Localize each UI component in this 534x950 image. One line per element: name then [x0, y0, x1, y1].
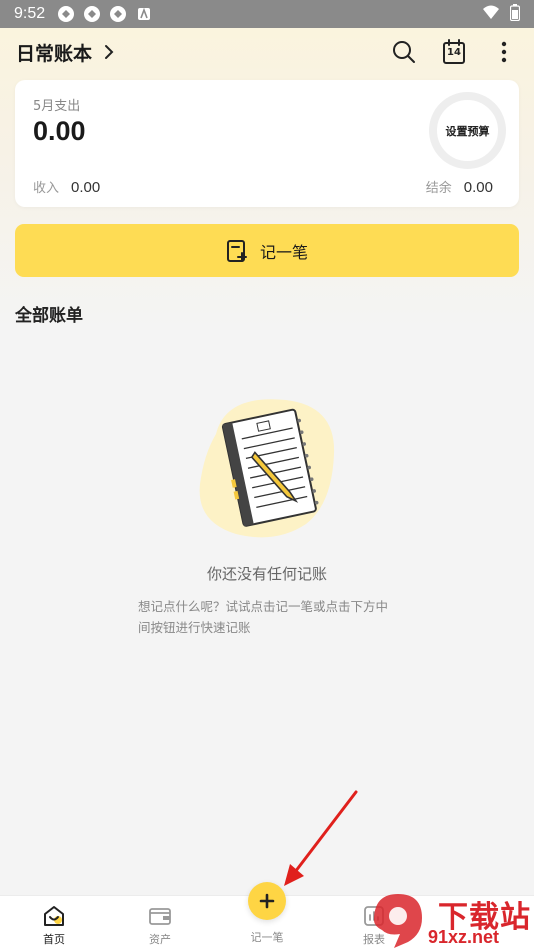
- note-add-icon: [226, 239, 247, 262]
- all-bills-title: 全部账单: [15, 306, 83, 326]
- watermark-logo-icon: [374, 894, 422, 948]
- income-label: 收入: [33, 181, 60, 196]
- book-name: 日常账本: [16, 42, 93, 65]
- annotation-arrow: [284, 790, 358, 886]
- month-expense-label: 5月支出: [33, 99, 81, 114]
- calendar-day: 14: [447, 47, 461, 58]
- empty-state-title: 你还没有任何记账: [206, 565, 327, 583]
- book-selector[interactable]: 日常账本: [16, 39, 114, 66]
- balance-summary: 结余 0.00: [426, 177, 493, 196]
- nav-home-label: 首页: [43, 933, 65, 946]
- income-summary: 收入 0.00: [33, 177, 100, 196]
- notification-icon: [57, 5, 75, 23]
- more-vertical-icon: [501, 41, 507, 63]
- quick-record-label: 记一笔: [250, 931, 284, 944]
- empty-state-hint: 想记点什么呢？试试点击记一笔或点击下方中间按钮进行快速记账: [138, 599, 389, 635]
- notification-icon: [83, 5, 101, 23]
- nav-assets-label: 资产: [149, 933, 171, 946]
- home-icon: [42, 904, 66, 928]
- quick-record-fab[interactable]: [248, 882, 286, 920]
- site-watermark: 下载站 91xz.net: [364, 890, 534, 950]
- balance-value: 0.00: [463, 179, 493, 196]
- plus-icon: [259, 893, 275, 909]
- battery-icon: [509, 3, 521, 25]
- status-time: 9:52: [14, 5, 46, 22]
- more-menu-button[interactable]: [490, 38, 518, 66]
- monthly-summary-card: 5月支出 0.00 设置预算 收入 0.00 结余 0.00: [15, 80, 519, 207]
- nav-assets[interactable]: 资产: [120, 896, 200, 950]
- watermark-site: 91xz.net: [428, 927, 500, 947]
- notification-icon: [109, 5, 127, 23]
- nav-home[interactable]: 首页: [14, 896, 94, 950]
- record-entry-label: 记一笔: [259, 242, 308, 262]
- search-icon: [393, 41, 415, 63]
- balance-label: 结余: [425, 181, 452, 196]
- wallet-icon: [148, 904, 172, 928]
- chevron-right-icon: [104, 44, 114, 60]
- income-value: 0.00: [71, 179, 101, 196]
- set-budget-label: 设置预算: [445, 124, 490, 138]
- set-budget-button[interactable]: 设置预算: [429, 92, 506, 169]
- search-button[interactable]: [390, 38, 418, 66]
- status-bar: 9:52: [0, 0, 534, 28]
- month-expense-value: 0.00: [33, 116, 86, 146]
- record-entry-button[interactable]: 记一笔: [15, 224, 519, 277]
- app-header: 日常账本 14: [0, 28, 534, 76]
- calendar-button[interactable]: 14: [440, 38, 468, 66]
- empty-notebook-illustration: [199, 399, 335, 538]
- app-notification-icon: [135, 5, 153, 23]
- wifi-icon: [482, 4, 500, 24]
